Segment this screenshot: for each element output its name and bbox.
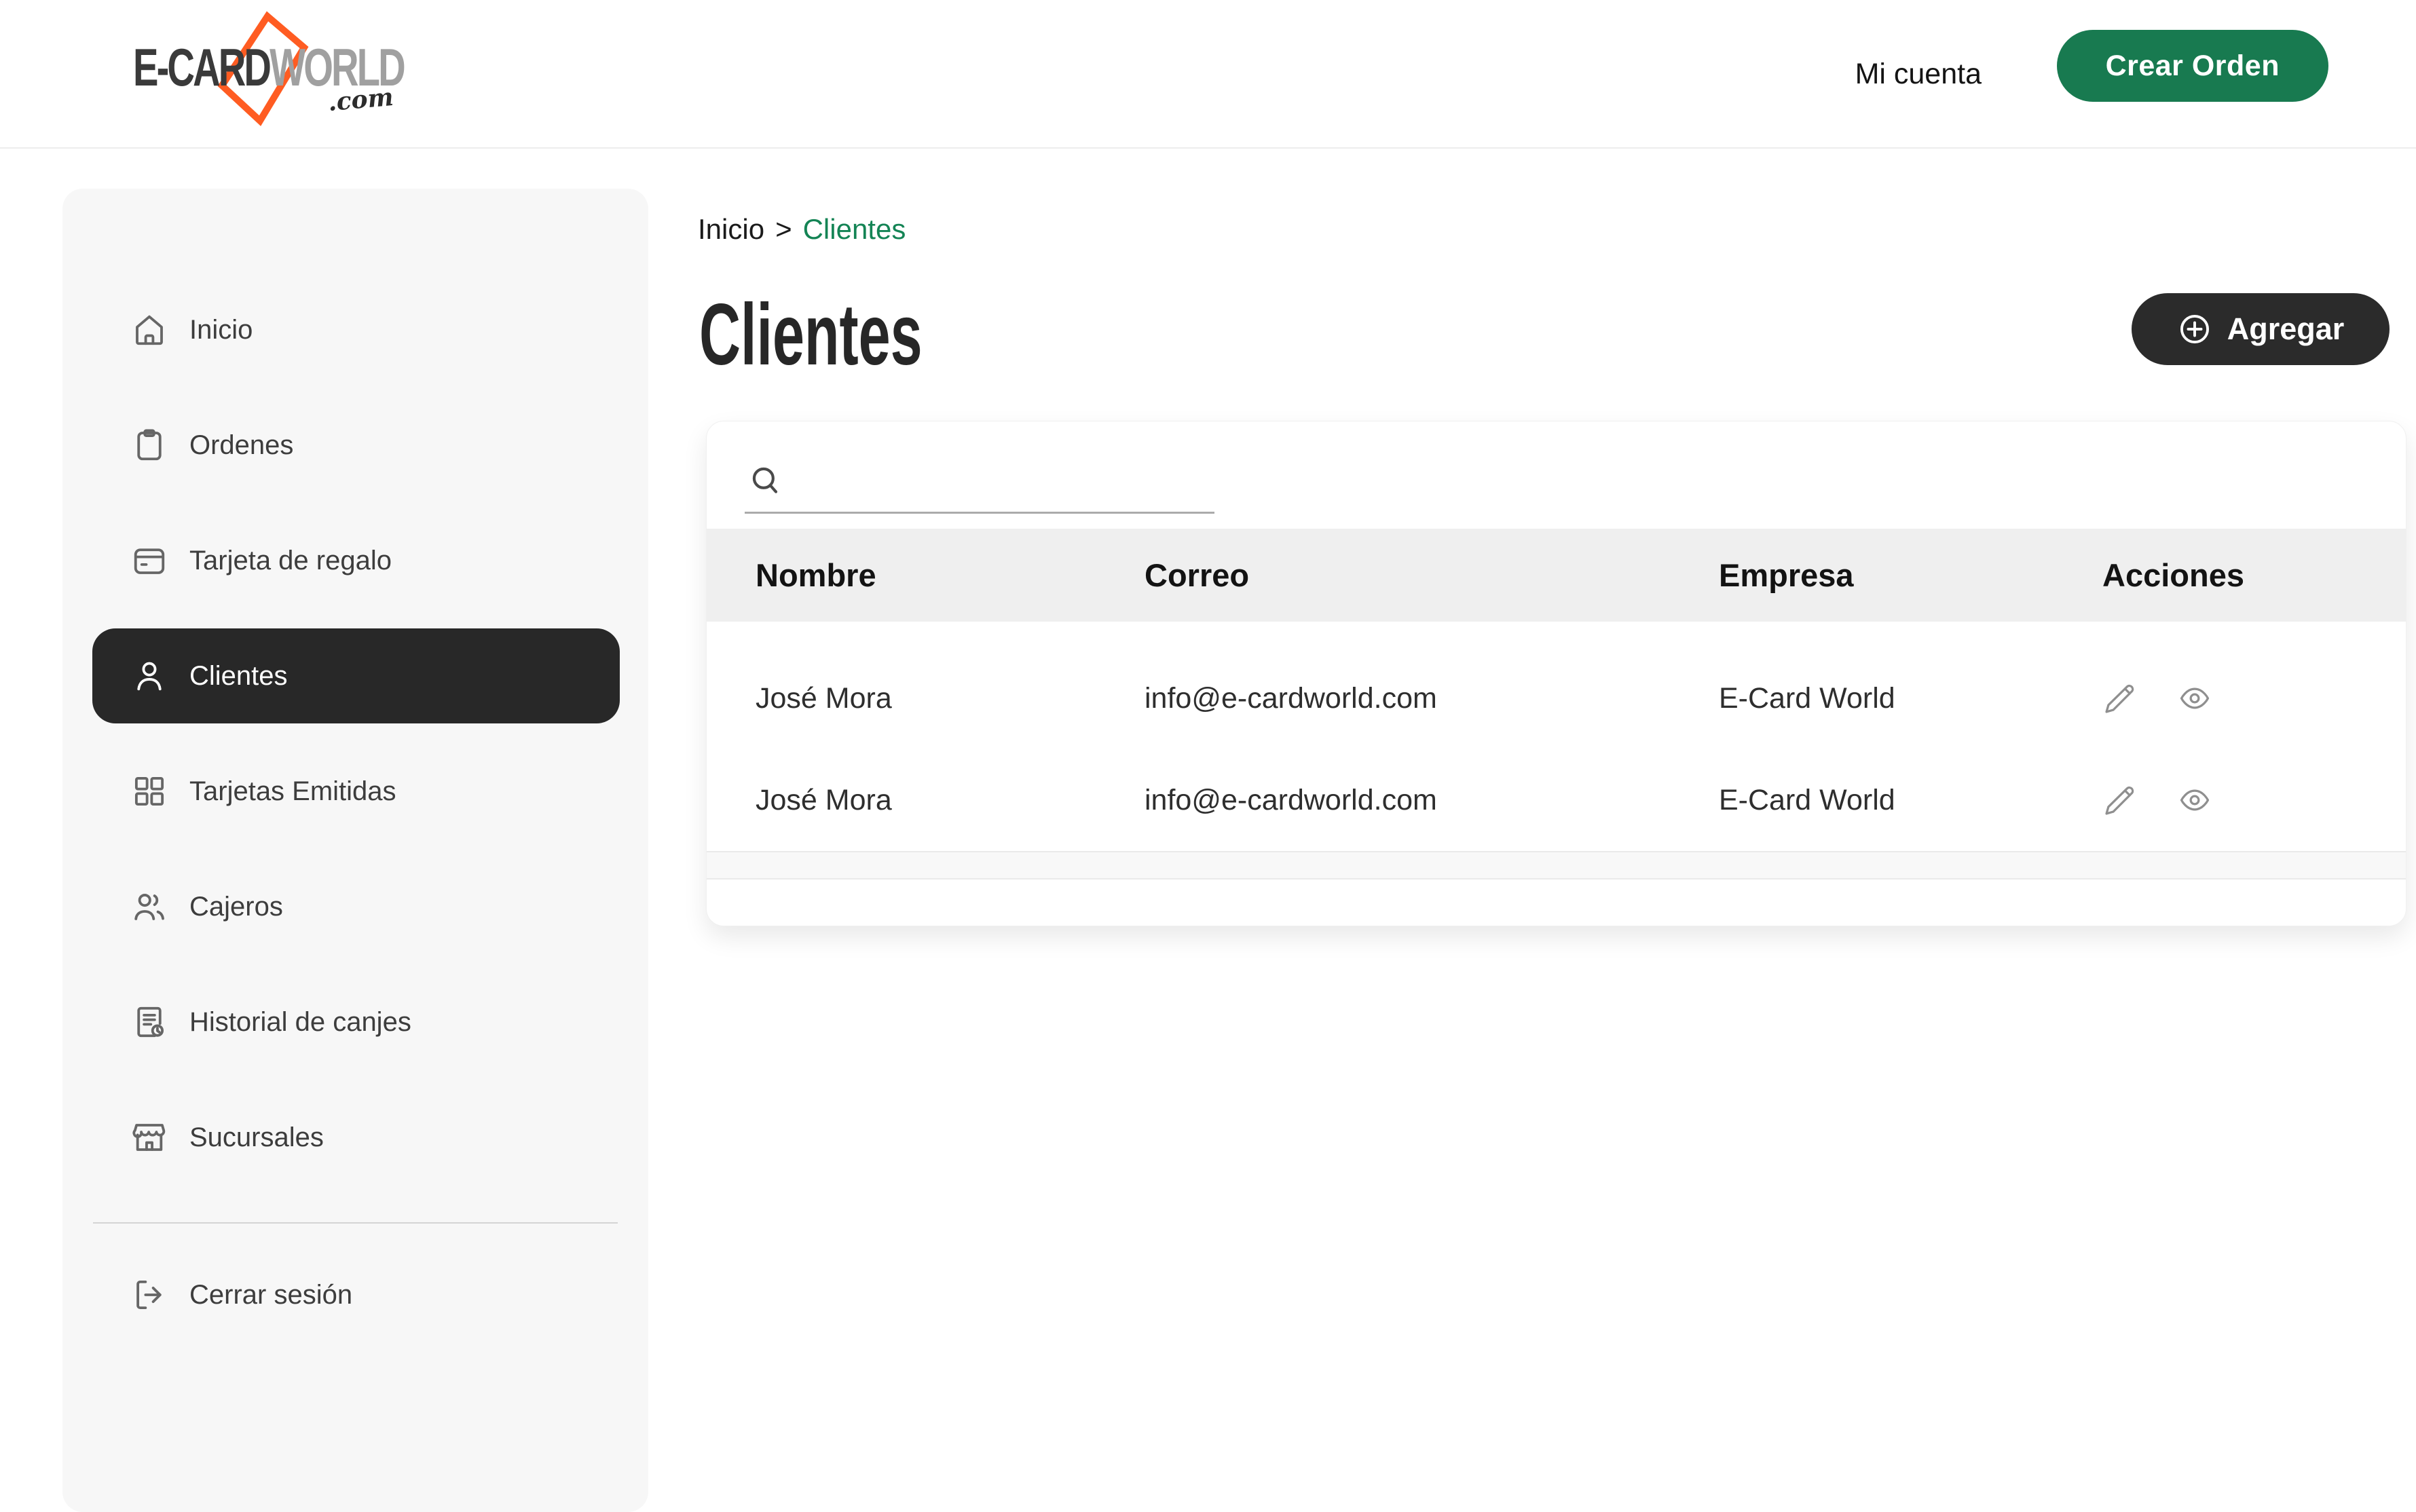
sidebar-item-cajeros[interactable]: Cajeros <box>62 849 648 964</box>
breadcrumb-home-link[interactable]: Inicio <box>698 213 764 246</box>
sidebar-item-label: Inicio <box>189 315 253 345</box>
column-header-correo: Correo <box>1096 556 1670 594</box>
logout-icon <box>131 1277 168 1313</box>
view-eye-icon[interactable] <box>2177 681 2212 716</box>
sidebar-item-label: Sucursales <box>189 1122 324 1153</box>
client-name: José Mora <box>707 682 1096 715</box>
users-icon <box>131 888 168 925</box>
row-actions <box>2053 681 2406 716</box>
sidebar: Inicio Ordenes Tarjeta de regalo Cliente… <box>62 189 648 1512</box>
sidebar-item-historial-de-canjes[interactable]: Historial de canjes <box>62 964 648 1080</box>
edit-pencil-icon[interactable] <box>2102 782 2138 818</box>
sidebar-item-tarjetas-emitidas[interactable]: Tarjetas Emitidas <box>62 734 648 849</box>
sidebar-item-label: Cajeros <box>189 892 283 922</box>
column-header-empresa: Empresa <box>1670 556 2053 594</box>
table-footer-band <box>707 851 2406 880</box>
edit-pencil-icon[interactable] <box>2102 681 2138 716</box>
client-email: info@e-cardworld.com <box>1096 682 1670 715</box>
sidebar-item-label: Clientes <box>189 661 288 692</box>
sidebar-item-sucursales[interactable]: Sucursales <box>62 1080 648 1195</box>
sidebar-item-label: Tarjetas Emitidas <box>189 776 396 807</box>
page-title: Clientes <box>699 285 923 385</box>
sidebar-item-label: Ordenes <box>189 430 293 461</box>
credit-card-icon <box>131 542 168 579</box>
account-menu[interactable]: Mi cuenta <box>1855 0 1982 149</box>
table-row: José Mora info@e-cardworld.com E-Card Wo… <box>707 647 2406 749</box>
clients-table-card: Nombre Correo Empresa Acciones José Mora… <box>706 421 2406 926</box>
breadcrumb: Inicio > Clientes <box>698 213 906 246</box>
column-header-acciones: Acciones <box>2053 556 2406 594</box>
logo-text-primary: E-CARD <box>133 37 270 97</box>
sidebar-item-label: Historial de canjes <box>189 1007 411 1038</box>
breadcrumb-separator: > <box>775 213 792 246</box>
column-header-nombre: Nombre <box>707 556 1096 594</box>
grid-icon <box>131 773 168 810</box>
client-email: info@e-cardworld.com <box>1096 784 1670 817</box>
table-search-row <box>707 421 2406 529</box>
brand-logo[interactable]: E-CARDWORLD .com <box>133 14 391 129</box>
client-name: José Mora <box>707 784 1096 817</box>
table-body: José Mora info@e-cardworld.com E-Card Wo… <box>707 622 2406 851</box>
search-input[interactable] <box>745 449 1214 514</box>
sidebar-item-label: Cerrar sesión <box>189 1280 352 1310</box>
table-header-row: Nombre Correo Empresa Acciones <box>707 529 2406 622</box>
top-bar: E-CARDWORLD .com Mi cuenta Crear Orden <box>0 0 2416 149</box>
store-icon <box>131 1119 168 1156</box>
add-client-button-label: Agregar <box>2227 311 2345 347</box>
file-clock-icon <box>131 1004 168 1040</box>
user-icon <box>131 658 168 694</box>
create-order-button[interactable]: Crear Orden <box>2057 30 2328 102</box>
sidebar-item-inicio[interactable]: Inicio <box>62 272 648 388</box>
sidebar-item-label: Tarjeta de regalo <box>189 546 392 576</box>
client-company: E-Card World <box>1670 682 2053 715</box>
table-row: José Mora info@e-cardworld.com E-Card Wo… <box>707 749 2406 851</box>
sidebar-item-tarjeta-de-regalo[interactable]: Tarjeta de regalo <box>62 503 648 618</box>
sidebar-item-logout[interactable]: Cerrar sesión <box>62 1237 648 1353</box>
add-client-button[interactable]: Agregar <box>2132 293 2390 365</box>
home-icon <box>131 311 168 348</box>
client-company: E-Card World <box>1670 784 2053 817</box>
sidebar-item-clientes[interactable]: Clientes <box>92 628 620 723</box>
sidebar-item-ordenes[interactable]: Ordenes <box>62 388 648 503</box>
sidebar-divider <box>93 1222 618 1224</box>
row-actions <box>2053 782 2406 818</box>
clipboard-icon <box>131 427 168 464</box>
logo-suffix: .com <box>327 83 394 117</box>
breadcrumb-current-link[interactable]: Clientes <box>803 213 906 246</box>
plus-circle-icon <box>2177 311 2212 347</box>
view-eye-icon[interactable] <box>2177 782 2212 818</box>
